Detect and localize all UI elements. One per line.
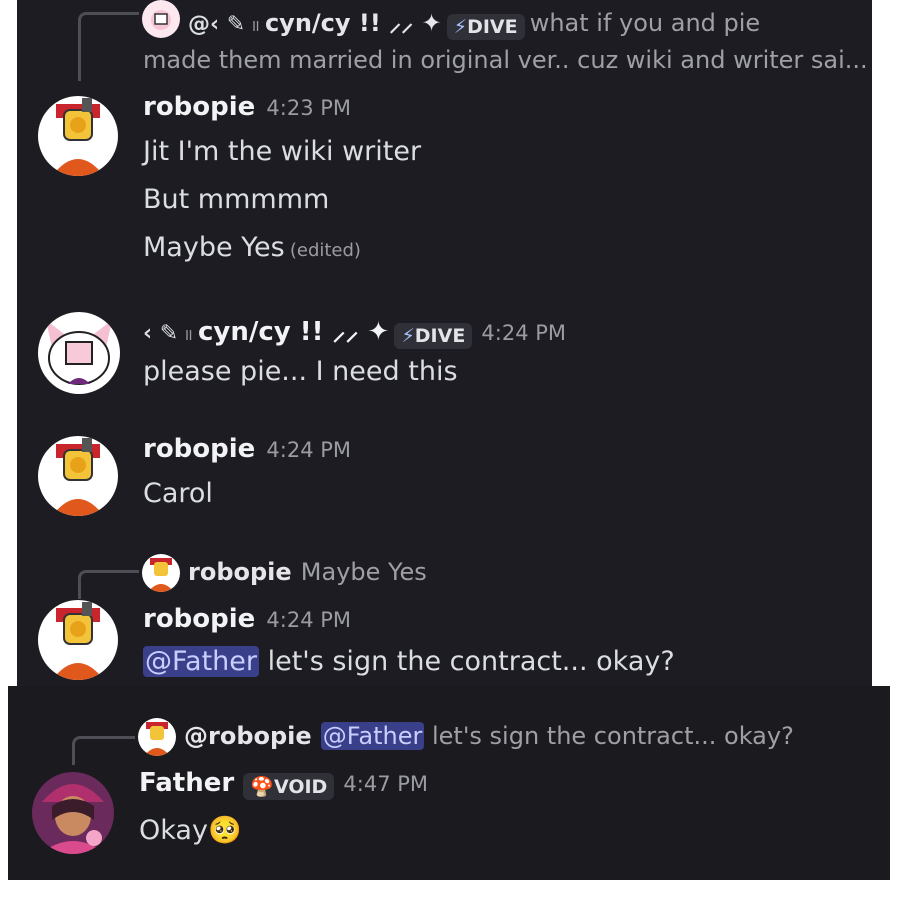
reply-author-name: robopie <box>188 558 292 586</box>
user-mention[interactable]: @Father <box>143 646 260 677</box>
reply-header[interactable]: @‹ ✎ ॥ cyn/cy !! ⸝⸝ ✦ ⚡DIVE what if you … <box>188 6 760 40</box>
timestamp: 4:23 PM <box>266 96 352 120</box>
role-tag: ⚡DIVE <box>446 13 525 40</box>
message-line: @Father let's sign the contract... okay? <box>143 646 675 677</box>
role-tag: 🍄VOID <box>243 773 335 800</box>
author-name[interactable]: robopie <box>143 92 255 122</box>
reply-avatar[interactable] <box>142 0 180 38</box>
reply-connector <box>78 12 139 81</box>
timestamp: 4:24 PM <box>266 608 352 632</box>
bolt-icon: ⚡ <box>401 324 415 347</box>
reply-author-name: @robopie <box>184 722 312 750</box>
avatar[interactable] <box>38 96 118 176</box>
author-sep: ॥ <box>183 325 193 344</box>
reply-connector <box>78 570 139 599</box>
reply-header[interactable]: robopie Maybe Yes <box>188 558 427 586</box>
reply-text: what if you and pie <box>529 9 761 37</box>
timestamp: 4:24 PM <box>266 438 352 462</box>
avatar[interactable] <box>32 772 114 854</box>
message-line: Okay🥺 <box>139 815 242 846</box>
reply-text: Maybe Yes <box>300 558 427 586</box>
author-prefix: ‹ ✎ <box>143 321 179 346</box>
reply-avatar[interactable] <box>142 554 180 592</box>
bolt-icon: ⚡ <box>453 15 468 38</box>
edited-label: (edited) <box>289 240 361 261</box>
author-name[interactable]: cyn/cy !! ⸝⸝ ✦ <box>198 317 389 347</box>
pleading-face-icon: 🥺 <box>207 815 242 846</box>
message-header: robopie 4:23 PM <box>143 92 351 122</box>
reply-avatar[interactable] <box>138 718 176 756</box>
avatar[interactable] <box>38 312 120 394</box>
role-tag: ⚡DIVE <box>394 322 473 349</box>
avatar[interactable] <box>38 436 118 516</box>
reply-author-sep: ॥ <box>250 16 260 35</box>
message-header: ‹ ✎ ॥ cyn/cy !! ⸝⸝ ✦ ⚡DIVE 4:24 PM <box>143 312 566 349</box>
timestamp: 4:47 PM <box>343 772 429 796</box>
message-line: Carol <box>143 478 213 509</box>
reply-text: @Father let's sign the contract... okay? <box>320 722 794 750</box>
avatar[interactable] <box>38 600 118 680</box>
message-line: Jit I'm the wiki writer <box>143 136 422 167</box>
message-line: But mmmmm <box>143 184 330 215</box>
mushroom-icon: 🍄 <box>250 776 274 798</box>
message-line: please pie... I need this <box>143 356 458 387</box>
message-header: robopie 4:24 PM <box>143 604 351 634</box>
author-name[interactable]: robopie <box>143 434 255 464</box>
user-mention[interactable]: @Father <box>320 722 425 750</box>
reply-header[interactable]: @robopie @Father let's sign the contract… <box>184 722 794 750</box>
timestamp: 4:24 PM <box>481 321 567 345</box>
reply-text-line2: made them married in original ver.. cuz … <box>143 46 868 74</box>
message-header: Father 🍄VOID 4:47 PM <box>139 768 428 800</box>
message-line-edited: Maybe Yes (edited) <box>143 232 361 263</box>
reply-author-prefix: @‹ ✎ <box>188 12 246 37</box>
reply-author-name: cyn/cy !! ⸝⸝ ✦ <box>264 9 442 37</box>
reply-connector <box>72 736 135 765</box>
message-header: robopie 4:24 PM <box>143 434 351 464</box>
author-name[interactable]: Father <box>139 768 234 798</box>
author-name[interactable]: robopie <box>143 604 255 634</box>
